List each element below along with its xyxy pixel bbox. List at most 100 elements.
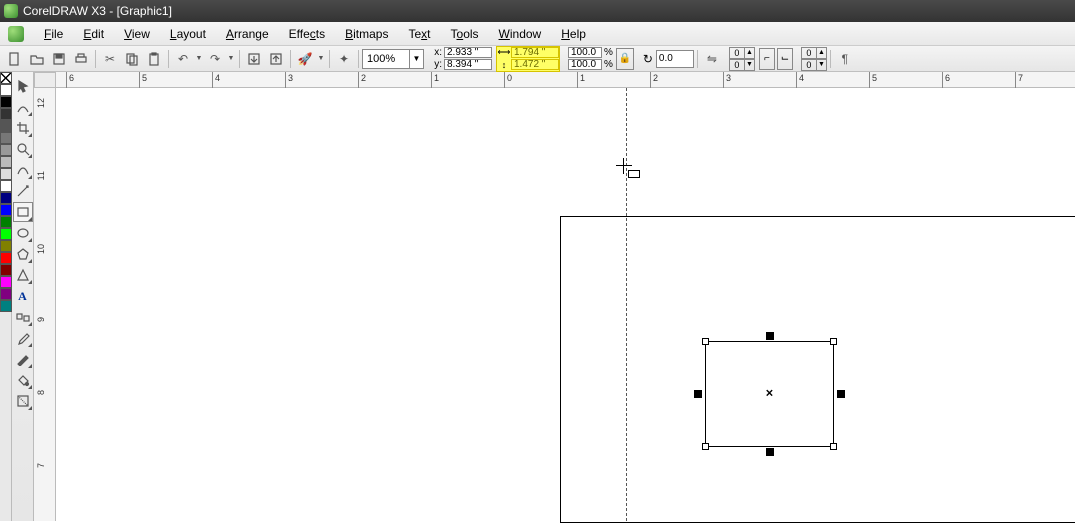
mirror-h-icon[interactable]: ⇋	[702, 49, 722, 69]
polygon-tool-icon[interactable]	[13, 244, 33, 264]
smart-drawing-icon[interactable]	[13, 181, 33, 201]
color-swatch[interactable]	[0, 276, 12, 288]
basic-shapes-icon[interactable]	[13, 265, 33, 285]
paste-icon[interactable]	[144, 49, 164, 69]
scale-x-input[interactable]	[568, 47, 602, 58]
shape-tool-icon[interactable]	[13, 97, 33, 117]
redo-icon[interactable]: ↷	[205, 49, 225, 69]
crop-tool-icon[interactable]	[13, 118, 33, 138]
corner-b-value[interactable]: 0	[729, 59, 745, 71]
menu-arrange[interactable]: Arrange	[216, 24, 279, 44]
color-swatch[interactable]	[0, 288, 12, 300]
color-swatch[interactable]	[0, 204, 12, 216]
menu-file[interactable]: File	[34, 24, 73, 44]
corner-bottom-left-icon[interactable]: ⌙	[777, 48, 793, 70]
ellipse-tool-icon[interactable]	[13, 223, 33, 243]
color-swatch[interactable]	[0, 228, 12, 240]
color-swatch[interactable]	[0, 132, 12, 144]
interactive-blend-icon[interactable]	[13, 307, 33, 327]
corner-top-left-icon[interactable]: ⌐	[759, 48, 775, 70]
handle-tl[interactable]	[702, 338, 709, 345]
color-swatch[interactable]	[0, 168, 12, 180]
menu-bitmaps[interactable]: Bitmaps	[335, 24, 398, 44]
color-swatch[interactable]	[0, 252, 12, 264]
menu-edit[interactable]: Edit	[73, 24, 114, 44]
spinner-down-icon[interactable]: ▼	[817, 59, 827, 71]
zoom-tool-icon[interactable]	[13, 139, 33, 159]
undo-icon[interactable]: ↶	[173, 49, 193, 69]
color-swatch[interactable]	[0, 84, 12, 96]
drawing-canvas[interactable]: ✕	[56, 88, 1075, 521]
zoom-combo[interactable]: ▼	[362, 49, 424, 69]
handle-t[interactable]	[766, 332, 774, 340]
save-icon[interactable]	[49, 49, 69, 69]
menu-text[interactable]: Text	[398, 24, 440, 44]
menu-tools[interactable]: Tools	[441, 24, 489, 44]
import-icon[interactable]	[244, 49, 264, 69]
corner-c-value[interactable]: 0	[801, 47, 817, 59]
scale-y-input[interactable]	[568, 59, 602, 70]
fill-tool-icon[interactable]	[13, 370, 33, 390]
pick-tool-icon[interactable]	[13, 76, 33, 96]
color-swatch[interactable]	[0, 216, 12, 228]
corner-d-value[interactable]: 0	[801, 59, 817, 71]
color-swatch[interactable]	[0, 264, 12, 276]
ruler-origin[interactable]	[34, 72, 56, 88]
menu-layout[interactable]: Layout	[160, 24, 216, 44]
color-swatch[interactable]	[0, 156, 12, 168]
welcome-icon[interactable]: ✦	[334, 49, 354, 69]
vertical-ruler[interactable]: 121110987	[34, 88, 56, 521]
launcher-dropdown-icon[interactable]: ▼	[317, 49, 325, 69]
lock-ratio-icon[interactable]: 🔒	[616, 48, 634, 70]
app-launcher-icon[interactable]: 🚀	[295, 49, 315, 69]
copy-icon[interactable]	[122, 49, 142, 69]
interactive-fill-icon[interactable]	[13, 391, 33, 411]
new-icon[interactable]	[5, 49, 25, 69]
chevron-down-icon[interactable]: ▼	[409, 50, 423, 68]
handle-r[interactable]	[837, 390, 845, 398]
color-swatch[interactable]	[0, 192, 12, 204]
y-position-input[interactable]	[444, 59, 492, 70]
color-swatch[interactable]	[0, 240, 12, 252]
rectangle-tool-icon[interactable]	[13, 202, 33, 222]
outline-tool-icon[interactable]	[13, 349, 33, 369]
x-position-input[interactable]	[444, 47, 492, 58]
document-icon[interactable]	[8, 26, 24, 42]
handle-l[interactable]	[694, 390, 702, 398]
menu-view[interactable]: View	[114, 24, 160, 44]
color-swatch[interactable]	[0, 108, 12, 120]
redo-dropdown-icon[interactable]: ▼	[227, 49, 235, 69]
handle-b[interactable]	[766, 448, 774, 456]
menu-window[interactable]: Window	[489, 24, 552, 44]
cut-icon[interactable]: ✂	[100, 49, 120, 69]
handle-br[interactable]	[830, 443, 837, 450]
handle-tr[interactable]	[830, 338, 837, 345]
horizontal-ruler[interactable]: 65432101234567	[56, 72, 1075, 88]
menu-help[interactable]: Help	[551, 24, 596, 44]
color-swatch[interactable]	[0, 144, 12, 156]
swatch-none[interactable]	[0, 72, 12, 84]
selected-rectangle[interactable]: ✕	[705, 341, 834, 447]
open-icon[interactable]	[27, 49, 47, 69]
corner-a-value[interactable]: 0	[729, 47, 745, 59]
color-swatch[interactable]	[0, 96, 12, 108]
zoom-input[interactable]	[363, 53, 409, 65]
print-icon[interactable]	[71, 49, 91, 69]
spinner-up-icon[interactable]: ▲	[745, 47, 755, 59]
eyedropper-tool-icon[interactable]	[13, 328, 33, 348]
width-input[interactable]	[511, 47, 559, 58]
freehand-tool-icon[interactable]	[13, 160, 33, 180]
spinner-down-icon[interactable]: ▼	[745, 59, 755, 71]
height-input[interactable]	[511, 59, 559, 70]
handle-bl[interactable]	[702, 443, 709, 450]
color-swatch[interactable]	[0, 300, 12, 312]
center-marker[interactable]: ✕	[765, 389, 773, 400]
text-tool-icon[interactable]: A	[13, 286, 33, 306]
rotation-input[interactable]	[656, 50, 694, 68]
export-icon[interactable]	[266, 49, 286, 69]
undo-dropdown-icon[interactable]: ▼	[195, 49, 203, 69]
menu-effects[interactable]: Effects	[279, 24, 335, 44]
color-swatch[interactable]	[0, 180, 12, 192]
spinner-up-icon[interactable]: ▲	[817, 47, 827, 59]
wrap-text-icon[interactable]: ¶	[835, 49, 855, 69]
